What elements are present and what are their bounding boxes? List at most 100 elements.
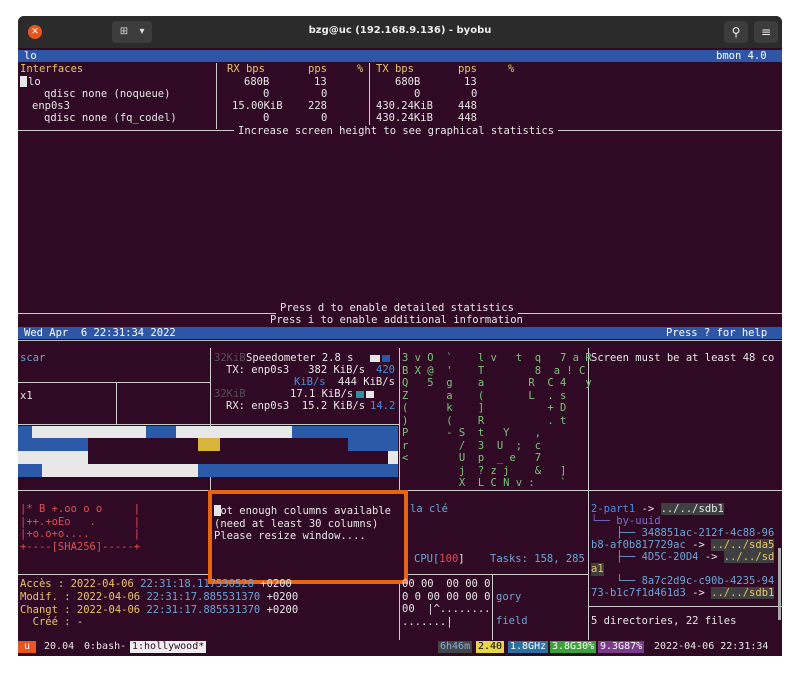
window-tab-0[interactable]: 0:bash-	[82, 641, 128, 653]
matrix-line: 3 v O ` l v t q 7 a R	[402, 352, 592, 364]
tree-line: ├── 348851ac-212f-4c88-96	[591, 527, 775, 539]
bmon-iface: lo	[24, 50, 37, 62]
matrix-line: Q 5 g a R C 4 y	[402, 377, 592, 389]
additional-info-msg: Press i to enable additional information	[266, 314, 527, 327]
mid-speed: 17.1 KiB/s	[290, 388, 354, 400]
hex-line: .......|	[402, 615, 453, 628]
tree-line: 2-part1 -> ../../sdb1	[591, 503, 724, 516]
warning-line: (need at least 30 columns)	[214, 517, 379, 530]
kib-label: KiB/s	[294, 376, 326, 388]
tx-bps: 430.24KiB	[376, 112, 433, 124]
title-bar: ✕ ⊞ ▾ bzg@uc (192.168.9.136) - byobu ⚲ ≡	[18, 16, 782, 48]
tree-target: ../../sdb1	[660, 503, 724, 515]
stat-label: Créé :	[20, 616, 77, 628]
warning-text: Not enough columns available (need at le…	[214, 505, 391, 543]
ascii-art-image	[18, 426, 398, 478]
matrix-line: Z a ( L . s	[402, 389, 567, 402]
col-interfaces: Interfaces	[20, 63, 84, 75]
bmon-date: Wed Apr 6 22:31:34 2022	[24, 327, 176, 339]
tx-bps: 430.24KiB	[376, 100, 433, 112]
tree-line: └── by-uuid	[591, 515, 661, 527]
hex-line: 00 00 00 00 0	[402, 578, 491, 590]
stat-label: Changt :	[20, 604, 77, 616]
stat-tz: +0200	[253, 578, 292, 590]
hamburger-menu-icon[interactable]: ≡	[754, 21, 778, 43]
scale-label: 32KiB	[214, 388, 246, 400]
tree-entry: b8-af0b817729ac	[591, 539, 686, 551]
tree-entry: ├── 4D5C-20D4	[591, 551, 699, 563]
randomart-line: |++.+oEo . |	[20, 515, 141, 528]
load-average: 2.40	[476, 641, 505, 653]
tree-line: a1	[591, 563, 604, 576]
tree-line: b8-af0b817729ac -> ../../sda5	[591, 539, 775, 552]
scale-label: 32KiB	[214, 352, 246, 364]
field-label: field	[496, 615, 528, 627]
pane-border	[18, 574, 208, 575]
search-icon[interactable]: ⚲	[724, 21, 748, 43]
separator	[216, 63, 217, 129]
distro-logo: u	[18, 641, 37, 653]
tree-target: ../../sda5	[711, 539, 775, 551]
detailed-stats-msg: Press d to enable detailed statistics	[276, 302, 518, 315]
iface-name[interactable]: qdisc none (fq_codel)	[44, 112, 177, 125]
matrix-line: ( k ] + D	[402, 402, 567, 414]
col-rx-pps: pps	[308, 63, 327, 75]
window-tab-1[interactable]: 1:hollywood*	[130, 641, 207, 653]
matrix-line: ) ( R . t	[402, 414, 567, 427]
warning-line: Please resize window....	[214, 530, 366, 542]
tree-target: ../../sdb1	[711, 587, 775, 599]
speed-bar	[382, 355, 390, 362]
iface-name[interactable]: enp0s3	[32, 100, 70, 113]
bmon-footer-bar: Wed Apr 6 22:31:34 2022 Press ? for help	[18, 327, 782, 339]
tasks-count: Tasks: 158, 285	[490, 553, 585, 565]
ssh-randomart: |* B +.oo o o | |++.+oEo . | |+o.o+o....…	[20, 503, 140, 553]
iface-name[interactable]: lo	[28, 76, 41, 89]
stat-line: Créé : -	[20, 616, 84, 629]
rx-bps: 0	[263, 112, 270, 124]
tx-pps: 0	[471, 88, 478, 100]
tx-bps: 680B	[395, 76, 421, 88]
col-tx-bps: TX bps	[376, 63, 414, 75]
hex-dump: 00 00 00 00 0 0 0 00 00 00 0 00 |^......…	[402, 578, 491, 628]
cpu-value: 100	[439, 553, 459, 565]
stat-date: -	[76, 616, 84, 628]
cursor-block	[20, 76, 27, 87]
rx-speed-value: 14.2	[370, 400, 396, 412]
uptime: 6h46m	[438, 641, 473, 653]
tree-arrow: ->	[685, 587, 712, 599]
tree-line: ├── 4D5C-20D4 -> ../../sd	[591, 551, 775, 564]
tx-pps: 448	[458, 100, 477, 112]
rx-pps: 228	[308, 100, 327, 112]
matrix-rain: 3 v O ` l v t q 7 a R B X @ ' T 8 a ! C …	[402, 352, 592, 490]
tree-entry: 73-b1c7f1d461d3	[591, 587, 686, 599]
bmon-version: bmon 4.0	[716, 50, 767, 62]
resize-warning-box: Not enough columns available (need at le…	[208, 490, 408, 584]
increase-height-msg: Increase screen height to see graphical …	[234, 125, 559, 138]
cpu-meter: CPU[100]	[414, 553, 465, 566]
rx-pps: 13	[314, 76, 327, 88]
help-hint: Press ? for help	[666, 327, 768, 339]
window-title: bzg@uc (192.168.9.136) - byobu	[308, 25, 492, 36]
la-cle-label: la clé	[410, 503, 448, 515]
hex-line: 00 |^........	[402, 603, 491, 615]
tree-arrow: ->	[685, 539, 712, 551]
stat-date: 2022-04-06	[70, 578, 141, 590]
matrix-line: X L C N v : `	[402, 477, 567, 489]
tx-speed-value: 420	[376, 364, 395, 376]
hex-line: 0 0 00 00 00 0	[402, 590, 491, 603]
tree-line: └── 8a7c2d9c-c90b-4235-94	[591, 575, 775, 587]
rx-pps: 0	[321, 88, 328, 100]
release-version: 20.04	[38, 641, 81, 652]
stat-time: 22:31:18.117530528	[140, 578, 254, 590]
iface-name[interactable]: qdisc none (noqueue)	[44, 88, 170, 101]
pane-border	[399, 574, 588, 575]
speed-bar	[366, 391, 374, 398]
scrollbar[interactable]	[778, 548, 781, 620]
col-tx-pct: %	[508, 63, 515, 75]
tx-speed: TX: enp0s3 382 KiB/s	[226, 364, 366, 376]
stat-time: 22:31:17.885531370	[146, 591, 261, 603]
separator	[369, 63, 370, 129]
stat-label: Modif. :	[20, 591, 77, 603]
col-tx-pps: pps	[458, 63, 477, 75]
speed-bar	[370, 355, 380, 362]
